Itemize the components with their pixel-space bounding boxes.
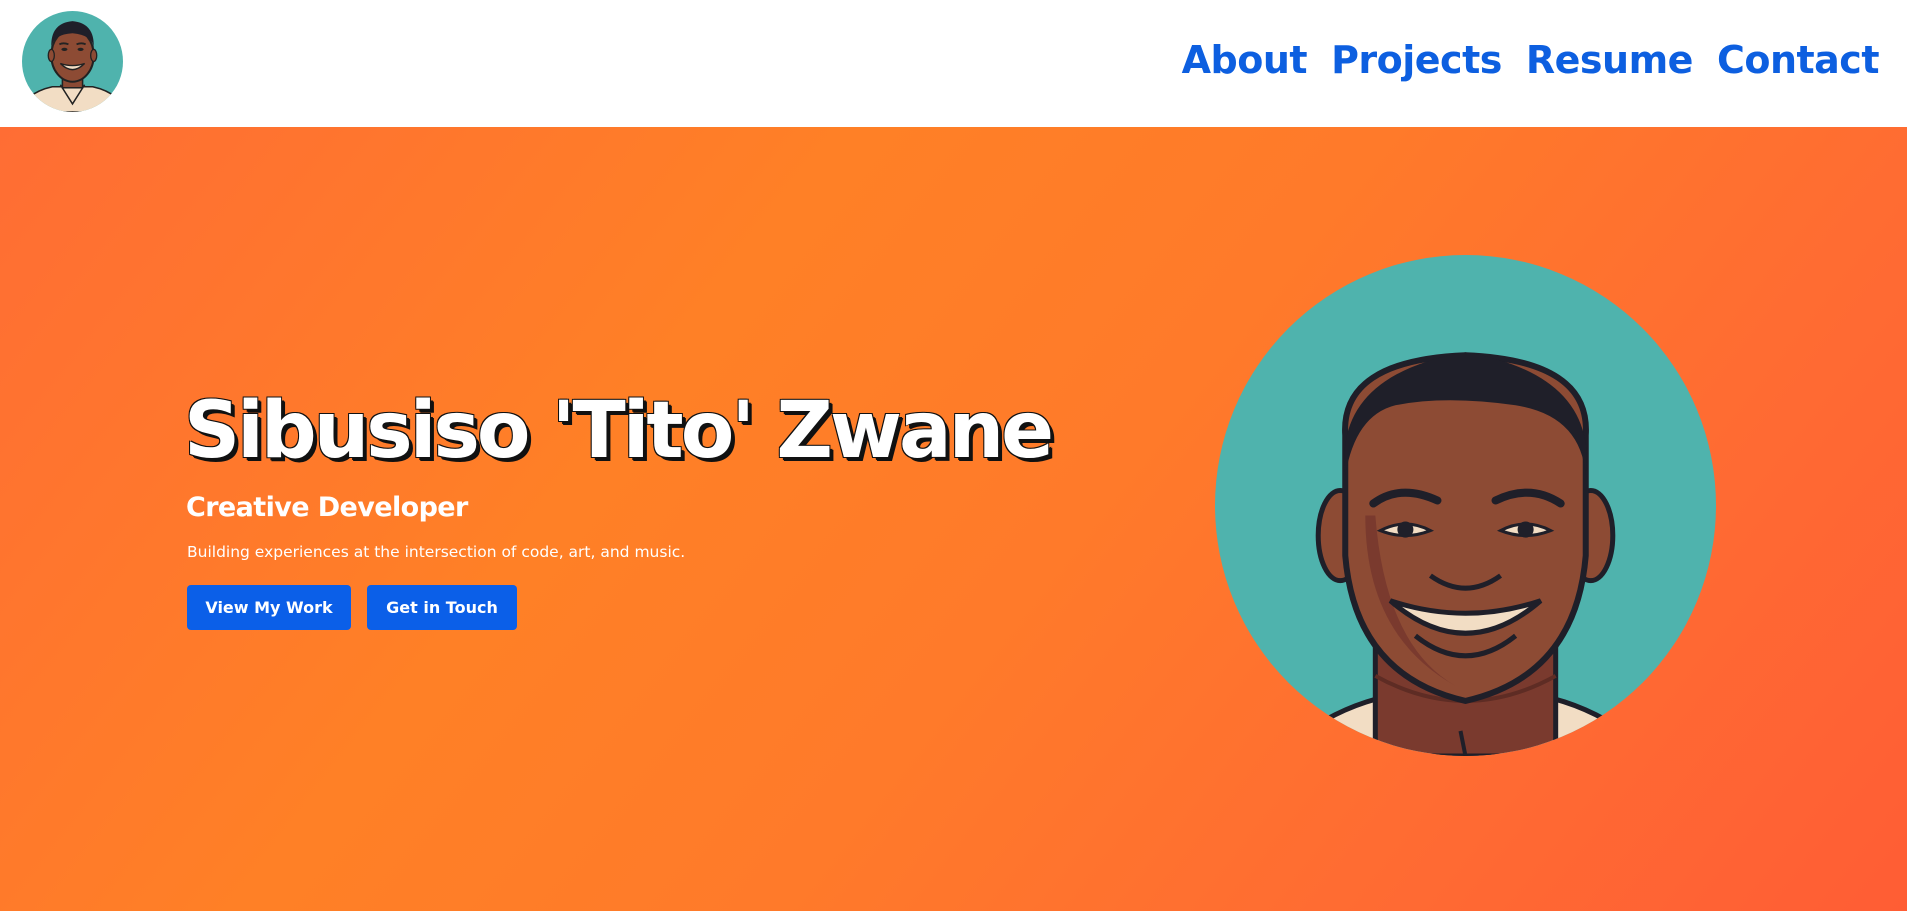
view-my-work-button[interactable]: View My Work <box>187 585 351 630</box>
get-in-touch-button[interactable]: Get in Touch <box>367 585 517 630</box>
portrait-illustration-icon <box>1215 255 1716 756</box>
nav-link-contact[interactable]: Contact <box>1717 34 1880 86</box>
hero-tagline: Building experiences at the intersection… <box>187 543 686 561</box>
nav-link-resume[interactable]: Resume <box>1526 34 1694 86</box>
avatar[interactable] <box>22 11 123 112</box>
site-header: About Projects Resume Contact <box>0 0 1907 127</box>
portrait-illustration <box>1215 255 1716 756</box>
hero-role: Creative Developer <box>186 492 468 523</box>
avatar-portrait-icon <box>22 11 123 112</box>
hero-section: Sibusiso 'Tito' Zwane Creative Developer… <box>0 127 1907 911</box>
hero-name: Sibusiso 'Tito' Zwane <box>184 386 1054 476</box>
nav-link-about[interactable]: About <box>1182 34 1308 86</box>
main-nav: About Projects Resume Contact <box>1182 34 1880 86</box>
nav-link-projects[interactable]: Projects <box>1331 34 1502 86</box>
